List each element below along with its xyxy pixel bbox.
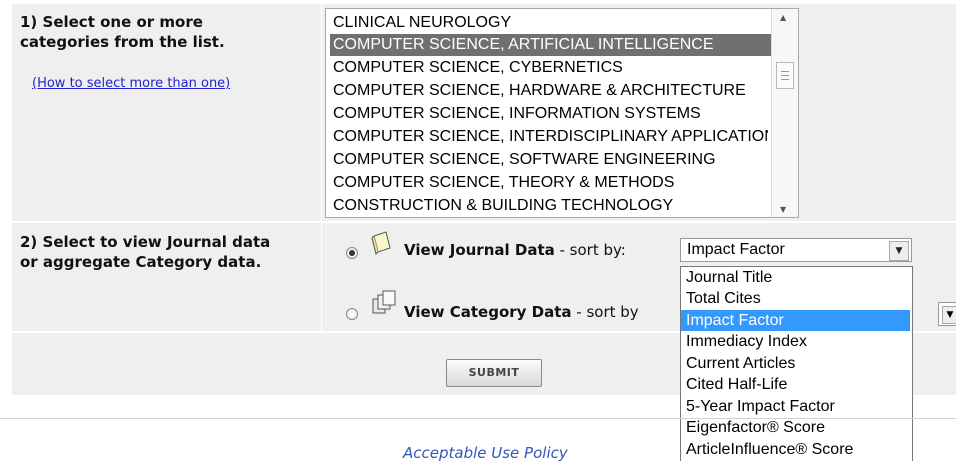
scroll-down-arrow-icon[interactable]: ▼	[780, 205, 786, 214]
step1-label: 1) Select one or more categories from th…	[20, 13, 225, 51]
category-option[interactable]: CLINICAL NEUROLOGY	[333, 12, 768, 34]
journal-sort-value: Impact Factor	[687, 241, 785, 258]
journal-sort-select[interactable]: Impact Factor ▼	[680, 238, 912, 262]
chevron-down-icon[interactable]: ▼	[889, 241, 909, 261]
categories-listbox[interactable]: CLINICAL NEUROLOGY COMPUTER SCIENCE, ART…	[325, 8, 799, 218]
sort-option[interactable]: 5-Year Impact Factor	[681, 396, 910, 417]
scrollbar-thumb[interactable]	[776, 62, 794, 89]
category-icon	[372, 290, 396, 314]
chevron-down-icon[interactable]: ▼	[942, 306, 956, 324]
submit-button[interactable]: SUBMIT	[446, 359, 542, 387]
sort-option[interactable]: Journal Title	[681, 267, 910, 288]
acceptable-use-policy-link[interactable]: Acceptable Use Policy	[403, 444, 568, 462]
sort-option[interactable]: Immediacy Index	[681, 331, 910, 352]
sort-option[interactable]: Eigenfactor® Score	[681, 417, 910, 438]
category-option[interactable]: COMPUTER SCIENCE, INTERDISCIPLINARY APPL…	[333, 126, 768, 148]
sort-option[interactable]: Current Articles	[681, 353, 910, 374]
sort-option[interactable]: ArticleInfluence® Score	[681, 439, 910, 460]
step1-cell: 1) Select one or more categories from th…	[12, 4, 321, 221]
step2-label: 2) Select to view Journal data or aggreg…	[20, 233, 271, 271]
scroll-up-arrow-icon[interactable]: ▲	[780, 13, 786, 22]
sort-option[interactable]: Impact Factor	[681, 310, 910, 331]
view-journal-radio[interactable]	[346, 247, 358, 259]
listbox-scrollbar[interactable]: ▲ ▼	[771, 9, 798, 217]
view-journal-label: View Journal Data - sort by:	[404, 241, 626, 259]
category-option[interactable]: COMPUTER SCIENCE, SOFTWARE ENGINEERING	[333, 149, 768, 171]
divider	[0, 418, 956, 419]
category-sort-select[interactable]: ▼	[938, 302, 956, 326]
view-category-radio[interactable]	[346, 308, 358, 320]
category-option[interactable]: COMPUTER SCIENCE, HARDWARE & ARCHITECTUR…	[333, 80, 768, 102]
step2-cell: 2) Select to view Journal data or aggreg…	[12, 223, 321, 331]
category-option[interactable]: CONSTRUCTION & BUILDING TECHNOLOGY	[333, 195, 768, 217]
category-option[interactable]: COMPUTER SCIENCE, THEORY & METHODS	[333, 172, 768, 194]
view-category-label: View Category Data - sort by	[404, 303, 639, 321]
journal-sort-dropdown-list[interactable]: Journal Title Total Cites Impact Factor …	[680, 266, 913, 461]
journal-icon	[371, 231, 391, 255]
how-to-select-link[interactable]: (How to select more than one)	[32, 76, 230, 91]
sort-option[interactable]: Cited Half-Life	[681, 374, 910, 395]
sort-option[interactable]: Total Cites	[681, 288, 910, 309]
category-option[interactable]: COMPUTER SCIENCE, CYBERNETICS	[333, 57, 768, 79]
category-option[interactable]: COMPUTER SCIENCE, ARTIFICIAL INTELLIGENC…	[330, 34, 771, 56]
category-option[interactable]: COMPUTER SCIENCE, INFORMATION SYSTEMS	[333, 103, 768, 125]
